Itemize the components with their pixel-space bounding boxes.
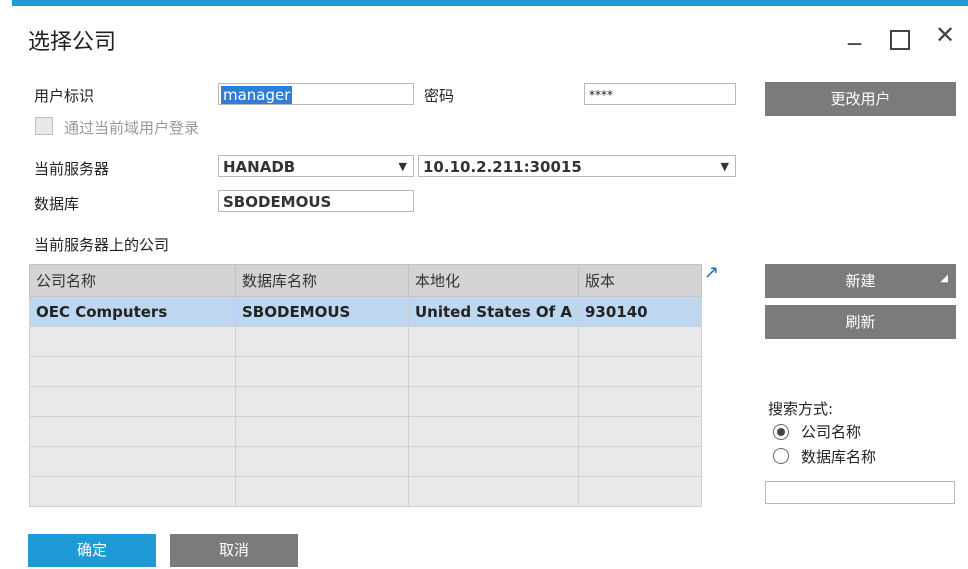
cell-version: 930140 xyxy=(578,296,702,327)
corner-arrow-icon: ◢ xyxy=(940,273,948,284)
refresh-button[interactable]: 刷新 xyxy=(765,305,956,339)
column-header-version[interactable]: 版本 xyxy=(578,264,702,297)
table-cell xyxy=(578,416,702,447)
domain-login-checkbox[interactable] xyxy=(35,117,53,135)
table-cell xyxy=(578,476,702,507)
table-cell xyxy=(29,416,236,447)
password-label: 密码 xyxy=(424,87,455,105)
companies-table: 公司名称 数据库名称 本地化 版本 OEC Computers SBODEMOU… xyxy=(29,264,702,507)
table-header-row: 公司名称 数据库名称 本地化 版本 xyxy=(29,264,702,297)
dropdown-arrow-icon: ▼ xyxy=(398,160,407,173)
table-cell xyxy=(235,326,409,357)
table-row[interactable] xyxy=(29,356,702,387)
window-title: 选择公司 xyxy=(28,30,117,55)
table-row[interactable] xyxy=(29,416,702,447)
table-cell xyxy=(408,476,579,507)
maximize-icon[interactable] xyxy=(890,30,910,50)
search-mode-label: 搜索方式: xyxy=(768,400,834,418)
server-type-dropdown[interactable]: HANADB ▼ xyxy=(218,155,414,177)
domain-login-label: 通过当前域用户登录 xyxy=(64,119,200,137)
table-row[interactable] xyxy=(29,326,702,357)
table-cell xyxy=(578,326,702,357)
column-header-company-name[interactable]: 公司名称 xyxy=(29,264,236,297)
user-id-label: 用户标识 xyxy=(34,87,95,105)
table-row[interactable] xyxy=(29,446,702,477)
new-button-label: 新建 xyxy=(845,272,876,290)
column-header-database-name[interactable]: 数据库名称 xyxy=(235,264,409,297)
table-cell xyxy=(408,386,579,417)
table-cell xyxy=(235,446,409,477)
change-user-button[interactable]: 更改用户 xyxy=(765,82,956,116)
ok-button[interactable]: 确定 xyxy=(28,534,156,567)
table-cell xyxy=(578,386,702,417)
minimize-icon[interactable]: _ xyxy=(848,18,861,44)
accent-bar xyxy=(12,0,968,6)
radio-company-name-label: 公司名称 xyxy=(801,423,862,441)
table-cell xyxy=(235,476,409,507)
radio-database-name-label: 数据库名称 xyxy=(801,448,877,466)
expand-arrow-icon[interactable]: ↗ xyxy=(704,262,719,283)
column-header-localization[interactable]: 本地化 xyxy=(408,264,579,297)
current-server-label: 当前服务器 xyxy=(34,160,110,178)
database-input[interactable]: SBODEMOUS xyxy=(218,190,414,212)
user-id-value: manager xyxy=(221,86,293,104)
search-input[interactable] xyxy=(765,481,955,504)
dropdown-arrow-icon: ▼ xyxy=(720,160,729,173)
server-address-dropdown[interactable]: 10.10.2.211:30015 ▼ xyxy=(418,155,736,177)
table-cell xyxy=(29,446,236,477)
table-cell xyxy=(29,386,236,417)
table-cell xyxy=(408,416,579,447)
table-cell xyxy=(235,416,409,447)
cell-localization: United States Of A xyxy=(408,296,579,327)
table-cell xyxy=(578,356,702,387)
server-address-value: 10.10.2.211:30015 xyxy=(423,158,582,176)
table-cell xyxy=(29,326,236,357)
server-type-value: HANADB xyxy=(223,158,296,176)
database-label: 数据库 xyxy=(34,195,80,213)
user-id-input[interactable]: manager xyxy=(218,83,414,105)
new-button[interactable]: 新建 ◢ xyxy=(765,264,956,298)
table-cell xyxy=(235,386,409,417)
radio-database-name[interactable] xyxy=(773,448,789,464)
table-cell xyxy=(408,356,579,387)
cell-database-name: SBODEMOUS xyxy=(235,296,409,327)
table-cell xyxy=(235,356,409,387)
table-cell xyxy=(578,446,702,477)
table-cell xyxy=(29,356,236,387)
cell-company-name: OEC Computers xyxy=(29,296,236,327)
table-cell xyxy=(29,476,236,507)
password-input[interactable]: **** xyxy=(584,83,736,105)
table-cell xyxy=(408,446,579,477)
table-cell xyxy=(408,326,579,357)
cancel-button[interactable]: 取消 xyxy=(170,534,298,567)
companies-section-label: 当前服务器上的公司 xyxy=(34,236,170,254)
table-row[interactable] xyxy=(29,476,702,507)
table-row[interactable] xyxy=(29,386,702,417)
table-row[interactable]: OEC Computers SBODEMOUS United States Of… xyxy=(29,296,702,327)
radio-company-name[interactable] xyxy=(773,424,789,440)
close-icon[interactable]: ✕ xyxy=(935,23,955,47)
